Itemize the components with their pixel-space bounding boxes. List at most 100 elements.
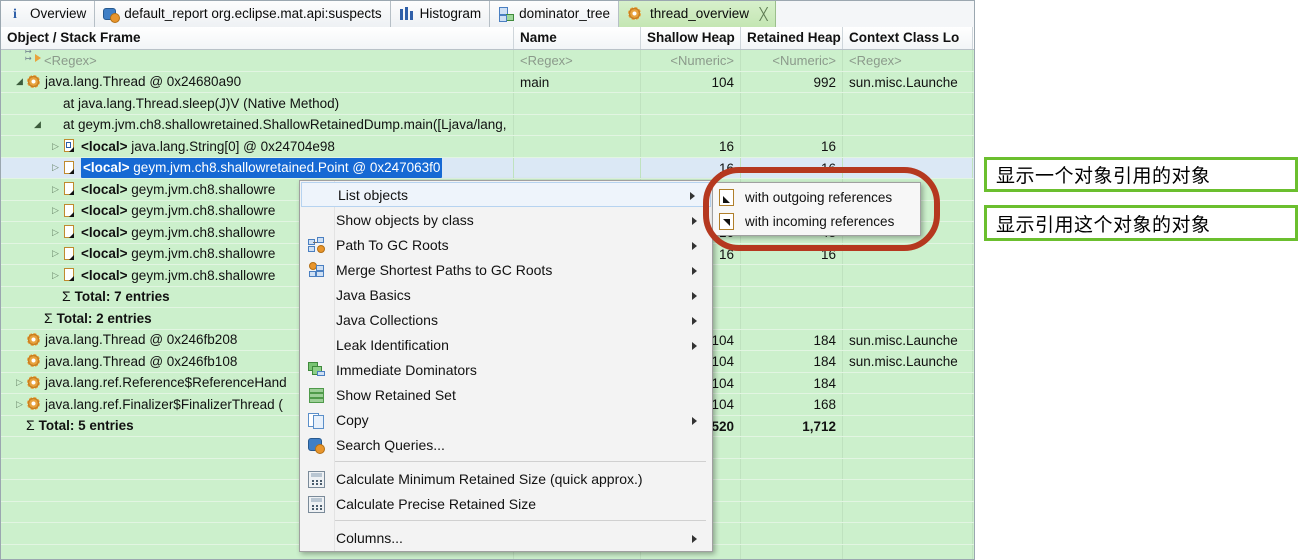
table-row[interactable]: ▷<local> geym.jvm.ch8.shallowretained.Po… bbox=[1, 158, 974, 180]
submenu-arrow-icon bbox=[692, 212, 712, 228]
filter-cell-name[interactable]: <Regex> bbox=[514, 50, 641, 71]
column-header-context-class-lo[interactable]: Context Class Lo bbox=[843, 27, 973, 49]
list-objects-submenu[interactable]: with outgoing referenceswith incoming re… bbox=[712, 182, 921, 236]
cell-name: main bbox=[514, 72, 641, 93]
twisty-collapsed-icon[interactable]: ▷ bbox=[13, 373, 26, 394]
menu-icon-gutter bbox=[300, 282, 334, 307]
cell-shallow: 16 bbox=[641, 136, 741, 157]
row-label: java.lang.Thread @ 0x24680a90 bbox=[45, 72, 241, 93]
twisty-collapsed-icon[interactable]: ▷ bbox=[49, 201, 62, 222]
tab-thread_overview[interactable]: thread_overview ╳ bbox=[619, 1, 776, 27]
cell-empty bbox=[741, 459, 843, 480]
menu-item-show-retained-set[interactable]: Show Retained Set bbox=[300, 382, 712, 407]
cell-retained bbox=[741, 265, 843, 286]
twisty-collapsed-icon[interactable]: ▷ bbox=[13, 394, 26, 415]
column-header-name[interactable]: Name bbox=[514, 27, 641, 49]
cell-retained: 184 bbox=[741, 351, 843, 372]
table-row[interactable]: ◢at geym.jvm.ch8.shallowretained.Shallow… bbox=[1, 115, 974, 137]
cell-loader bbox=[843, 287, 973, 308]
tab-default_report[interactable]: default_report org.eclipse.mat.api:suspe… bbox=[95, 1, 390, 27]
menu-item-list-objects[interactable]: List objects bbox=[301, 182, 711, 207]
menu-item-label: Java Collections bbox=[334, 312, 692, 328]
cell-empty bbox=[843, 523, 973, 544]
menu-item-label: List objects bbox=[336, 187, 690, 203]
filter-cell-shallow[interactable]: <Numeric> bbox=[641, 50, 741, 71]
twisty-collapsed-icon[interactable]: ▷ bbox=[49, 158, 62, 179]
menu-item-label: Merge Shortest Paths to GC Roots bbox=[334, 262, 692, 278]
cell-retained: 1,712 bbox=[741, 416, 843, 437]
twisty-collapsed-icon[interactable]: ▷ bbox=[49, 179, 62, 200]
twisty-collapsed-icon[interactable]: ▷ bbox=[49, 244, 62, 265]
context-menu[interactable]: List objects Show objects by classPath To… bbox=[299, 180, 713, 552]
filter-row[interactable]: <Regex><Regex><Numeric><Numeric><Regex> bbox=[1, 50, 974, 72]
twisty-expanded-icon[interactable]: ◢ bbox=[31, 115, 44, 136]
tab-label: Overview bbox=[30, 1, 86, 27]
cell-loader bbox=[843, 136, 973, 157]
menu-item-label: Immediate Dominators bbox=[334, 362, 692, 378]
calculator-icon bbox=[308, 471, 325, 488]
annotation-incoming: 显示引用这个对象的对象 bbox=[984, 205, 1298, 241]
cell-empty bbox=[741, 502, 843, 523]
cell-empty bbox=[741, 523, 843, 544]
submenu-item-with-incoming-references[interactable]: with incoming references bbox=[713, 209, 920, 233]
menu-item-show-objects-by-class[interactable]: Show objects by class bbox=[300, 207, 712, 232]
close-icon[interactable]: ╳ bbox=[760, 7, 768, 21]
table-row[interactable]: ▷<local> java.lang.String[0] @ 0x24704e9… bbox=[1, 136, 974, 158]
cell-name bbox=[514, 93, 641, 114]
twisty-collapsed-icon[interactable]: ▷ bbox=[49, 265, 62, 286]
twisty-expanded-icon[interactable]: ◢ bbox=[13, 72, 26, 93]
cell-empty bbox=[741, 545, 843, 560]
column-header-object-stack-frame[interactable]: Object / Stack Frame bbox=[1, 27, 514, 49]
menu-item-immediate-dominators[interactable]: Immediate Dominators bbox=[300, 357, 712, 382]
table-column-header[interactable]: Object / Stack FrameNameShallow HeapReta… bbox=[1, 27, 974, 50]
menu-icon-gutter bbox=[300, 207, 334, 232]
menu-item-copy[interactable]: Copy bbox=[300, 407, 712, 432]
filter-cell-loader[interactable]: <Regex> bbox=[843, 50, 973, 71]
submenu-arrow-icon bbox=[692, 412, 712, 428]
row-label: java.lang.ref.Finalizer$FinalizerThread … bbox=[45, 394, 283, 415]
tab-label: thread_overview bbox=[650, 1, 749, 27]
filter-cell-object[interactable]: <Regex> bbox=[1, 50, 514, 71]
menu-item-path-to-gc-roots[interactable]: Path To GC Roots bbox=[300, 232, 712, 257]
incoming-refs-icon bbox=[719, 213, 734, 230]
table-row[interactable]: at java.lang.Thread.sleep(J)V (Native Me… bbox=[1, 93, 974, 115]
menu-item-label: Show Retained Set bbox=[334, 387, 692, 403]
thread-icon bbox=[26, 333, 42, 347]
cell-loader bbox=[843, 394, 973, 415]
tab-label: dominator_tree bbox=[519, 1, 610, 27]
menu-icon-gutter bbox=[300, 432, 334, 457]
cell-empty bbox=[843, 437, 973, 458]
cell-loader: sun.misc.Launche bbox=[843, 330, 973, 351]
tab-histogram[interactable]: Histogram bbox=[391, 1, 491, 27]
tab-dominator_tree[interactable]: dominator_tree bbox=[490, 1, 619, 27]
column-header-shallow-heap[interactable]: Shallow Heap bbox=[641, 27, 741, 49]
menu-item-java-collections[interactable]: Java Collections bbox=[300, 307, 712, 332]
menu-item-calculate-precise-retained-size[interactable]: Calculate Precise Retained Size bbox=[300, 491, 712, 516]
filter-cell-retained[interactable]: <Numeric> bbox=[741, 50, 843, 71]
menu-item-calculate-minimum-retained-size-quick-approx[interactable]: Calculate Minimum Retained Size (quick a… bbox=[300, 466, 712, 491]
submenu-arrow-icon bbox=[692, 287, 712, 303]
menu-icon-gutter bbox=[300, 382, 334, 407]
table-row[interactable]: ◢java.lang.Thread @ 0x24680a90main104992… bbox=[1, 72, 974, 94]
thread-icon bbox=[26, 75, 42, 89]
tab-overview[interactable]: iOverview bbox=[1, 1, 95, 27]
thread-icon bbox=[627, 7, 642, 22]
twisty-collapsed-icon[interactable]: ▷ bbox=[49, 136, 62, 157]
menu-item-label: Copy bbox=[334, 412, 692, 428]
menu-item-search-queries[interactable]: Search Queries... bbox=[300, 432, 712, 457]
menu-item-merge-shortest-paths-to-gc-roots[interactable]: Merge Shortest Paths to GC Roots bbox=[300, 257, 712, 282]
menu-item-label: Leak Identification bbox=[334, 337, 692, 353]
menu-item-java-basics[interactable]: Java Basics bbox=[300, 282, 712, 307]
twisty-collapsed-icon[interactable]: ▷ bbox=[49, 222, 62, 243]
cell-loader bbox=[843, 115, 973, 136]
sum-icon: Σ bbox=[26, 416, 35, 437]
menu-item-columns[interactable]: Columns... bbox=[300, 525, 712, 550]
menu-item-leak-identification[interactable]: Leak Identification bbox=[300, 332, 712, 357]
column-header-retained-heap[interactable]: Retained Heap bbox=[741, 27, 843, 49]
submenu-item-with-outgoing-references[interactable]: with outgoing references bbox=[713, 185, 920, 209]
submenu-arrow-icon bbox=[690, 187, 710, 203]
row-label: <local> geym.jvm.ch8.shallowre bbox=[81, 222, 275, 243]
cell-empty bbox=[843, 480, 973, 501]
cell-empty bbox=[843, 502, 973, 523]
cell-retained: 168 bbox=[741, 394, 843, 415]
